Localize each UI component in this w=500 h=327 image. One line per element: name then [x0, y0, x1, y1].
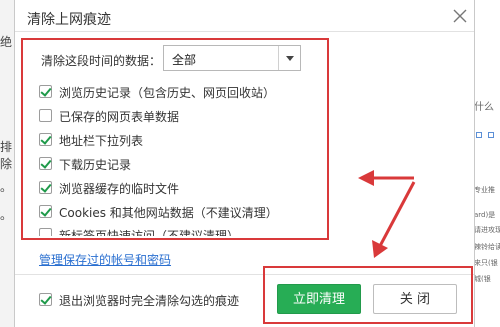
background-text: 。 — [0, 208, 13, 222]
time-range-select[interactable]: 全部 — [163, 45, 301, 71]
clear-now-button[interactable]: 立即清理 — [277, 284, 361, 314]
background-text: 来只(银 — [474, 259, 498, 267]
option-label: Cookies 和其他网站数据（不建议清理） — [59, 206, 278, 220]
background-page-left: 绝 排除 。 。 — [0, 0, 14, 327]
checkbox[interactable] — [39, 133, 52, 146]
option-label: 浏览器缓存的临时文件 — [59, 182, 180, 196]
clear-traces-dialog: 清除上网痕迹 清除这段时间的数据： 全部 浏览历史记录（包含历史、网页回收站） … — [14, 0, 475, 327]
checkbox[interactable] — [39, 205, 52, 218]
checkbox[interactable] — [39, 293, 52, 306]
option-label: 地址栏下拉列表 — [59, 134, 144, 148]
title-divider — [15, 31, 474, 32]
close-button[interactable]: 关 闭 — [373, 284, 457, 314]
option-label: 新标签页快速访问（不建议清理） — [59, 229, 240, 236]
option-label: 下载历史记录 — [59, 158, 132, 172]
background-text: 辣铃给读 — [474, 243, 500, 251]
close-icon[interactable] — [451, 7, 469, 25]
background-text: 绝 — [0, 35, 13, 49]
time-range-value: 全部 — [172, 53, 197, 67]
background-text: 排除 — [0, 140, 13, 171]
option-label: 退出浏览器时完全清除勾选的痕迹 — [59, 294, 240, 308]
background-text: 专业推 — [474, 186, 495, 194]
chevron-down-icon — [278, 46, 300, 70]
checkbox[interactable] — [39, 228, 52, 236]
checkbox[interactable] — [39, 157, 52, 170]
time-range-label: 清除这段时间的数据： — [41, 54, 162, 68]
checkbox[interactable] — [39, 109, 52, 122]
checkbox[interactable] — [39, 181, 52, 194]
background-text: ard)是 — [474, 211, 496, 219]
option-label: 已保存的网页表单数据 — [59, 110, 180, 124]
option-label: 浏览历史记录（包含历史、网页回收站） — [59, 86, 276, 100]
background-text: 。 — [0, 180, 13, 194]
background-text: 请进攻现 — [474, 226, 500, 234]
checkbox[interactable] — [39, 85, 52, 98]
background-square-icon — [488, 132, 494, 138]
manage-accounts-link[interactable]: 管理保存过的帐号和密码 — [39, 251, 171, 268]
background-text: 城(银 — [474, 275, 491, 283]
option-quick-access-clip: 新标签页快速访问（不建议清理） — [35, 226, 335, 236]
dialog-title: 清除上网痕迹 — [27, 12, 111, 28]
background-square-icon — [476, 132, 482, 138]
background-page-right: 什么 专业推 ard)是 请进攻现 辣铃给读 来只(银 城(银 — [472, 0, 500, 327]
background-text: 什么 — [474, 102, 494, 113]
